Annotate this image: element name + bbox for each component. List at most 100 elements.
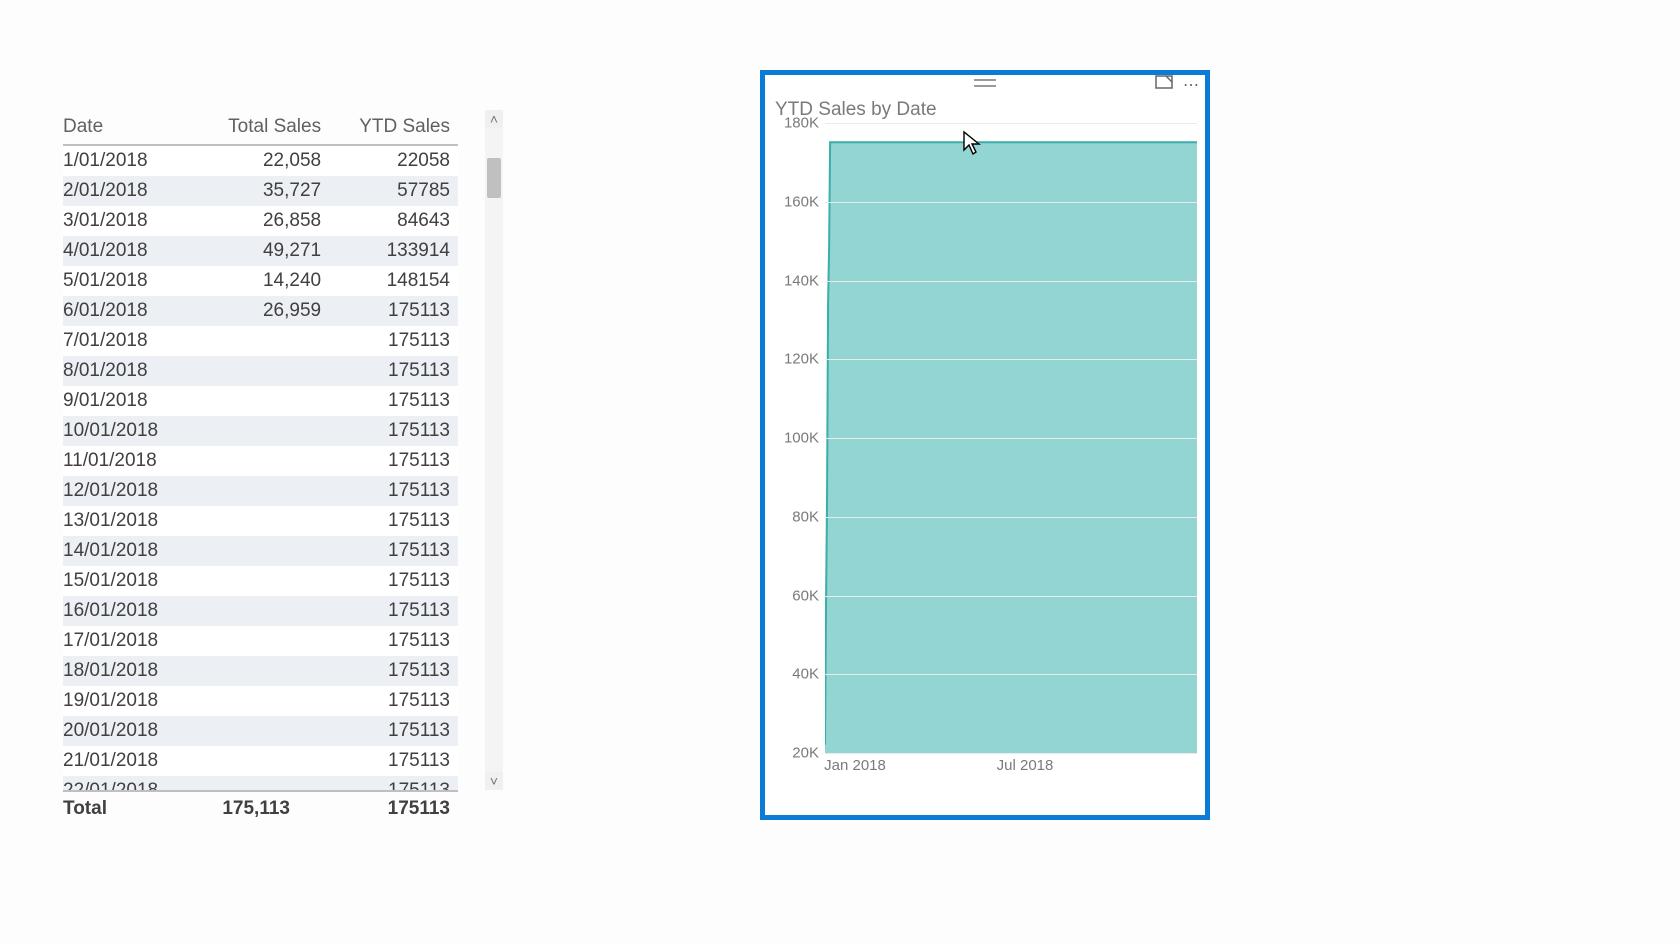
cell-total xyxy=(197,446,329,476)
scroll-track[interactable] xyxy=(485,128,503,772)
y-axis: 20K40K60K80K100K120K140K160K180K xyxy=(773,123,825,753)
gridline xyxy=(825,753,1197,754)
cell-ytd: 175113 xyxy=(329,686,458,716)
cell-total xyxy=(197,416,329,446)
col-ytd[interactable]: YTD Sales xyxy=(329,110,458,145)
cell-ytd: 148154 xyxy=(329,266,458,296)
table-row[interactable]: 11/01/2018 175113 xyxy=(63,446,458,476)
cell-date: 13/01/2018 xyxy=(63,506,197,536)
table-scrollbar[interactable]: ˄ ˅ xyxy=(485,110,503,790)
cell-total xyxy=(197,776,329,790)
cell-date: 12/01/2018 xyxy=(63,476,197,506)
cell-ytd: 175113 xyxy=(329,356,458,386)
gridline xyxy=(825,202,1197,203)
focus-mode-icon[interactable] xyxy=(1155,75,1173,95)
cell-ytd: 175113 xyxy=(329,326,458,356)
y-tick-label: 140K xyxy=(773,272,819,289)
cell-total xyxy=(197,596,329,626)
x-tick-label: Jan 2018 xyxy=(824,757,886,774)
table-row[interactable]: 22/01/2018175113 xyxy=(63,776,458,790)
cell-total xyxy=(197,656,329,686)
scroll-up-icon[interactable]: ˄ xyxy=(485,110,503,128)
table-row[interactable]: 7/01/2018 175113 xyxy=(63,326,458,356)
gridline xyxy=(825,281,1197,282)
cell-date: 18/01/2018 xyxy=(63,656,197,686)
cell-total xyxy=(197,746,329,776)
table-row[interactable]: 19/01/2018 175113 xyxy=(63,686,458,716)
table-row[interactable]: 3/01/201826,85884643 xyxy=(63,206,458,236)
more-options-icon[interactable]: ⋯ xyxy=(1183,75,1199,95)
footer-ytd: 175113 xyxy=(298,791,458,826)
cell-total xyxy=(197,686,329,716)
table-row[interactable]: 17/01/2018175113 xyxy=(63,626,458,656)
cell-total xyxy=(197,326,329,356)
cell-date: 6/01/2018 xyxy=(63,296,197,326)
x-axis: Jan 2018 Jul 2018 xyxy=(825,757,1197,783)
table-row[interactable]: 1/01/201822,05822058 xyxy=(63,145,458,176)
cell-ytd: 175113 xyxy=(329,626,458,656)
cell-total: 35,727 xyxy=(197,176,329,206)
table-row[interactable]: 15/01/2018175113 xyxy=(63,566,458,596)
cell-ytd: 175113 xyxy=(329,596,458,626)
y-tick-label: 180K xyxy=(773,115,819,132)
cell-date: 19/01/2018 xyxy=(63,686,197,716)
gridline xyxy=(825,517,1197,518)
chart-plot[interactable]: 20K40K60K80K100K120K140K160K180K Jan 201… xyxy=(773,123,1197,783)
cell-date: 8/01/2018 xyxy=(63,356,197,386)
table-scroll-region[interactable]: Date Total Sales YTD Sales 1/01/201822,0… xyxy=(63,110,503,790)
table-row[interactable]: 10/01/2018175113 xyxy=(63,416,458,446)
table-row[interactable]: 8/01/2018 175113 xyxy=(63,356,458,386)
y-tick-label: 160K xyxy=(773,193,819,210)
sales-table-visual[interactable]: Date Total Sales YTD Sales 1/01/201822,0… xyxy=(63,110,503,830)
plot-area[interactable] xyxy=(825,123,1197,753)
table-row[interactable]: 9/01/2018175113 xyxy=(63,386,458,416)
cell-ytd: 175113 xyxy=(329,506,458,536)
cell-total xyxy=(197,506,329,536)
gridline xyxy=(825,438,1197,439)
cell-ytd: 175113 xyxy=(329,446,458,476)
cell-date: 5/01/2018 xyxy=(63,266,197,296)
col-date[interactable]: Date xyxy=(63,110,197,145)
cell-date: 22/01/2018 xyxy=(63,776,197,790)
table-row[interactable]: 2/01/201835,72757785 xyxy=(63,176,458,206)
table-row[interactable]: 12/01/2018 175113 xyxy=(63,476,458,506)
gridline xyxy=(825,123,1197,124)
cell-date: 20/01/2018 xyxy=(63,716,197,746)
cell-date: 16/01/2018 xyxy=(63,596,197,626)
drag-handle-icon[interactable] xyxy=(974,79,996,87)
table-row[interactable]: 13/01/2018 175113 xyxy=(63,506,458,536)
cell-total xyxy=(197,356,329,386)
footer-total: 175,113 xyxy=(183,791,298,826)
scroll-thumb[interactable] xyxy=(487,158,501,198)
cell-date: 1/01/2018 xyxy=(63,145,197,176)
cell-date: 11/01/2018 xyxy=(63,446,197,476)
table-row[interactable]: 21/01/2018175113 xyxy=(63,746,458,776)
table-row[interactable]: 6/01/201826,959175113 xyxy=(63,296,458,326)
cell-date: 4/01/2018 xyxy=(63,236,197,266)
cell-total xyxy=(197,386,329,416)
table-row[interactable]: 5/01/201814,240148154 xyxy=(63,266,458,296)
table-row[interactable]: 4/01/201849,271133914 xyxy=(63,236,458,266)
scroll-down-icon[interactable]: ˅ xyxy=(485,772,503,790)
gridline xyxy=(825,674,1197,675)
cell-ytd: 175113 xyxy=(329,476,458,506)
cell-ytd: 175113 xyxy=(329,656,458,686)
cell-ytd: 175113 xyxy=(329,386,458,416)
gridline xyxy=(825,359,1197,360)
cell-total: 14,240 xyxy=(197,266,329,296)
cell-date: 7/01/2018 xyxy=(63,326,197,356)
x-tick-label: Jul 2018 xyxy=(997,757,1054,774)
ytd-chart-visual[interactable]: ⋯ YTD Sales by Date 20K40K60K80K100K120K… xyxy=(760,70,1210,820)
table-row[interactable]: 18/01/2018 175113 xyxy=(63,656,458,686)
table-row[interactable]: 16/01/2018 175113 xyxy=(63,596,458,626)
cell-total: 26,959 xyxy=(197,296,329,326)
y-tick-label: 120K xyxy=(773,351,819,368)
cell-ytd: 57785 xyxy=(329,176,458,206)
y-tick-label: 80K xyxy=(773,508,819,525)
col-total[interactable]: Total Sales xyxy=(197,110,329,145)
cell-total xyxy=(197,536,329,566)
cell-date: 10/01/2018 xyxy=(63,416,197,446)
table-row[interactable]: 14/01/2018175113 xyxy=(63,536,458,566)
table-row[interactable]: 20/01/2018175113 xyxy=(63,716,458,746)
cell-total: 26,858 xyxy=(197,206,329,236)
